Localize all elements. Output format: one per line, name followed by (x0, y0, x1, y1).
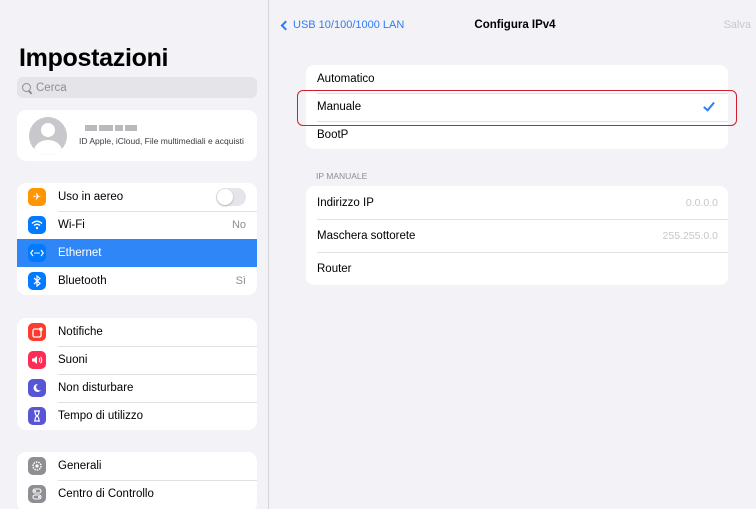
navigation-bar: USB 10/100/1000 LAN Configura IPv4 Salva (270, 0, 756, 36)
sidebar-item-label: Suoni (58, 354, 88, 366)
sidebar-item-label: Wi-Fi (58, 219, 85, 231)
subnet-mask-field[interactable]: Maschera sottorete 255.255.0.0 (306, 219, 728, 252)
option-automatic[interactable]: Automatico (306, 65, 728, 93)
sidebar-item-label: Notifiche (58, 326, 103, 338)
profile-name-redacted (85, 125, 244, 131)
sidebar-item-label: Ethernet (58, 247, 102, 259)
profile-subtitle: ID Apple, iCloud, File multimediali e ac… (79, 136, 244, 146)
sounds-icon (28, 351, 46, 369)
notifications-icon (28, 323, 46, 341)
save-button[interactable]: Salva (723, 19, 751, 31)
gear-icon (28, 457, 46, 475)
airplane-mode-toggle[interactable] (216, 188, 246, 206)
sidebar-title: Impostazioni (19, 44, 169, 72)
apple-id-profile[interactable]: ID Apple, iCloud, File multimediali e ac… (17, 110, 257, 161)
sidebar-item-control-center[interactable]: Centro di Controllo (17, 480, 257, 508)
moon-icon (28, 379, 46, 397)
ethernet-icon (28, 244, 46, 262)
router-field[interactable]: Router (306, 252, 728, 285)
manual-ip-fields: Indirizzo IP 0.0.0.0 Maschera sottorete … (306, 186, 728, 285)
page-title: Configura IPv4 (474, 19, 556, 31)
field-placeholder: 0.0.0.0 (685, 196, 718, 209)
field-label: Maschera sottorete (317, 229, 416, 242)
network-group: ✈ Uso in aereo Wi-Fi No Ethernet Bluetoo… (17, 183, 257, 295)
wifi-icon (28, 216, 46, 234)
sidebar-item-label: Non disturbare (58, 382, 134, 394)
sidebar-item-bluetooth[interactable]: Bluetooth Sì (17, 267, 257, 295)
highlight-box (297, 90, 737, 126)
field-label: Router (317, 262, 352, 275)
settings-sidebar: Impostazioni Cerca ID Apple, iCloud, Fil… (0, 0, 269, 509)
sidebar-item-wifi[interactable]: Wi-Fi No (17, 211, 257, 239)
sidebar-item-label: Centro di Controllo (58, 488, 154, 500)
airplane-icon: ✈ (28, 188, 46, 206)
field-label: Indirizzo IP (317, 196, 374, 209)
detail-pane: USB 10/100/1000 LAN Configura IPv4 Salva… (270, 0, 756, 509)
sidebar-item-label: Tempo di utilizzo (58, 410, 144, 422)
control-center-icon (28, 485, 46, 503)
ip-address-field[interactable]: Indirizzo IP 0.0.0.0 (306, 186, 728, 219)
search-field[interactable]: Cerca (17, 77, 257, 98)
search-icon (21, 82, 33, 94)
bluetooth-icon (28, 272, 46, 290)
avatar (29, 116, 67, 155)
sidebar-item-label: Generali (58, 460, 102, 472)
option-label: Automatico (317, 73, 375, 85)
sidebar-item-general[interactable]: Generali (17, 452, 257, 480)
sidebar-item-ethernet[interactable]: Ethernet (17, 239, 257, 267)
sidebar-item-label: Bluetooth (58, 275, 107, 287)
wifi-status: No (231, 219, 246, 231)
bluetooth-status: Sì (235, 275, 246, 287)
hourglass-icon (28, 407, 46, 425)
field-placeholder: 255.255.0.0 (662, 229, 718, 242)
sidebar-item-airplane-mode[interactable]: ✈ Uso in aereo (17, 183, 257, 211)
sidebar-item-screen-time[interactable]: Tempo di utilizzo (17, 402, 257, 430)
option-label: BootP (317, 129, 349, 141)
sidebar-item-do-not-disturb[interactable]: Non disturbare (17, 374, 257, 402)
sidebar-item-sounds[interactable]: Suoni (17, 346, 257, 374)
sidebar-item-label: Uso in aereo (58, 191, 124, 203)
search-placeholder: Cerca (36, 81, 67, 94)
notifications-group: Notifiche Suoni Non disturbare Tempo di … (17, 318, 257, 430)
general-group: Generali Centro di Controllo (17, 452, 257, 509)
section-header: IP MANUALE (316, 171, 368, 181)
sidebar-item-notifications[interactable]: Notifiche (17, 318, 257, 346)
